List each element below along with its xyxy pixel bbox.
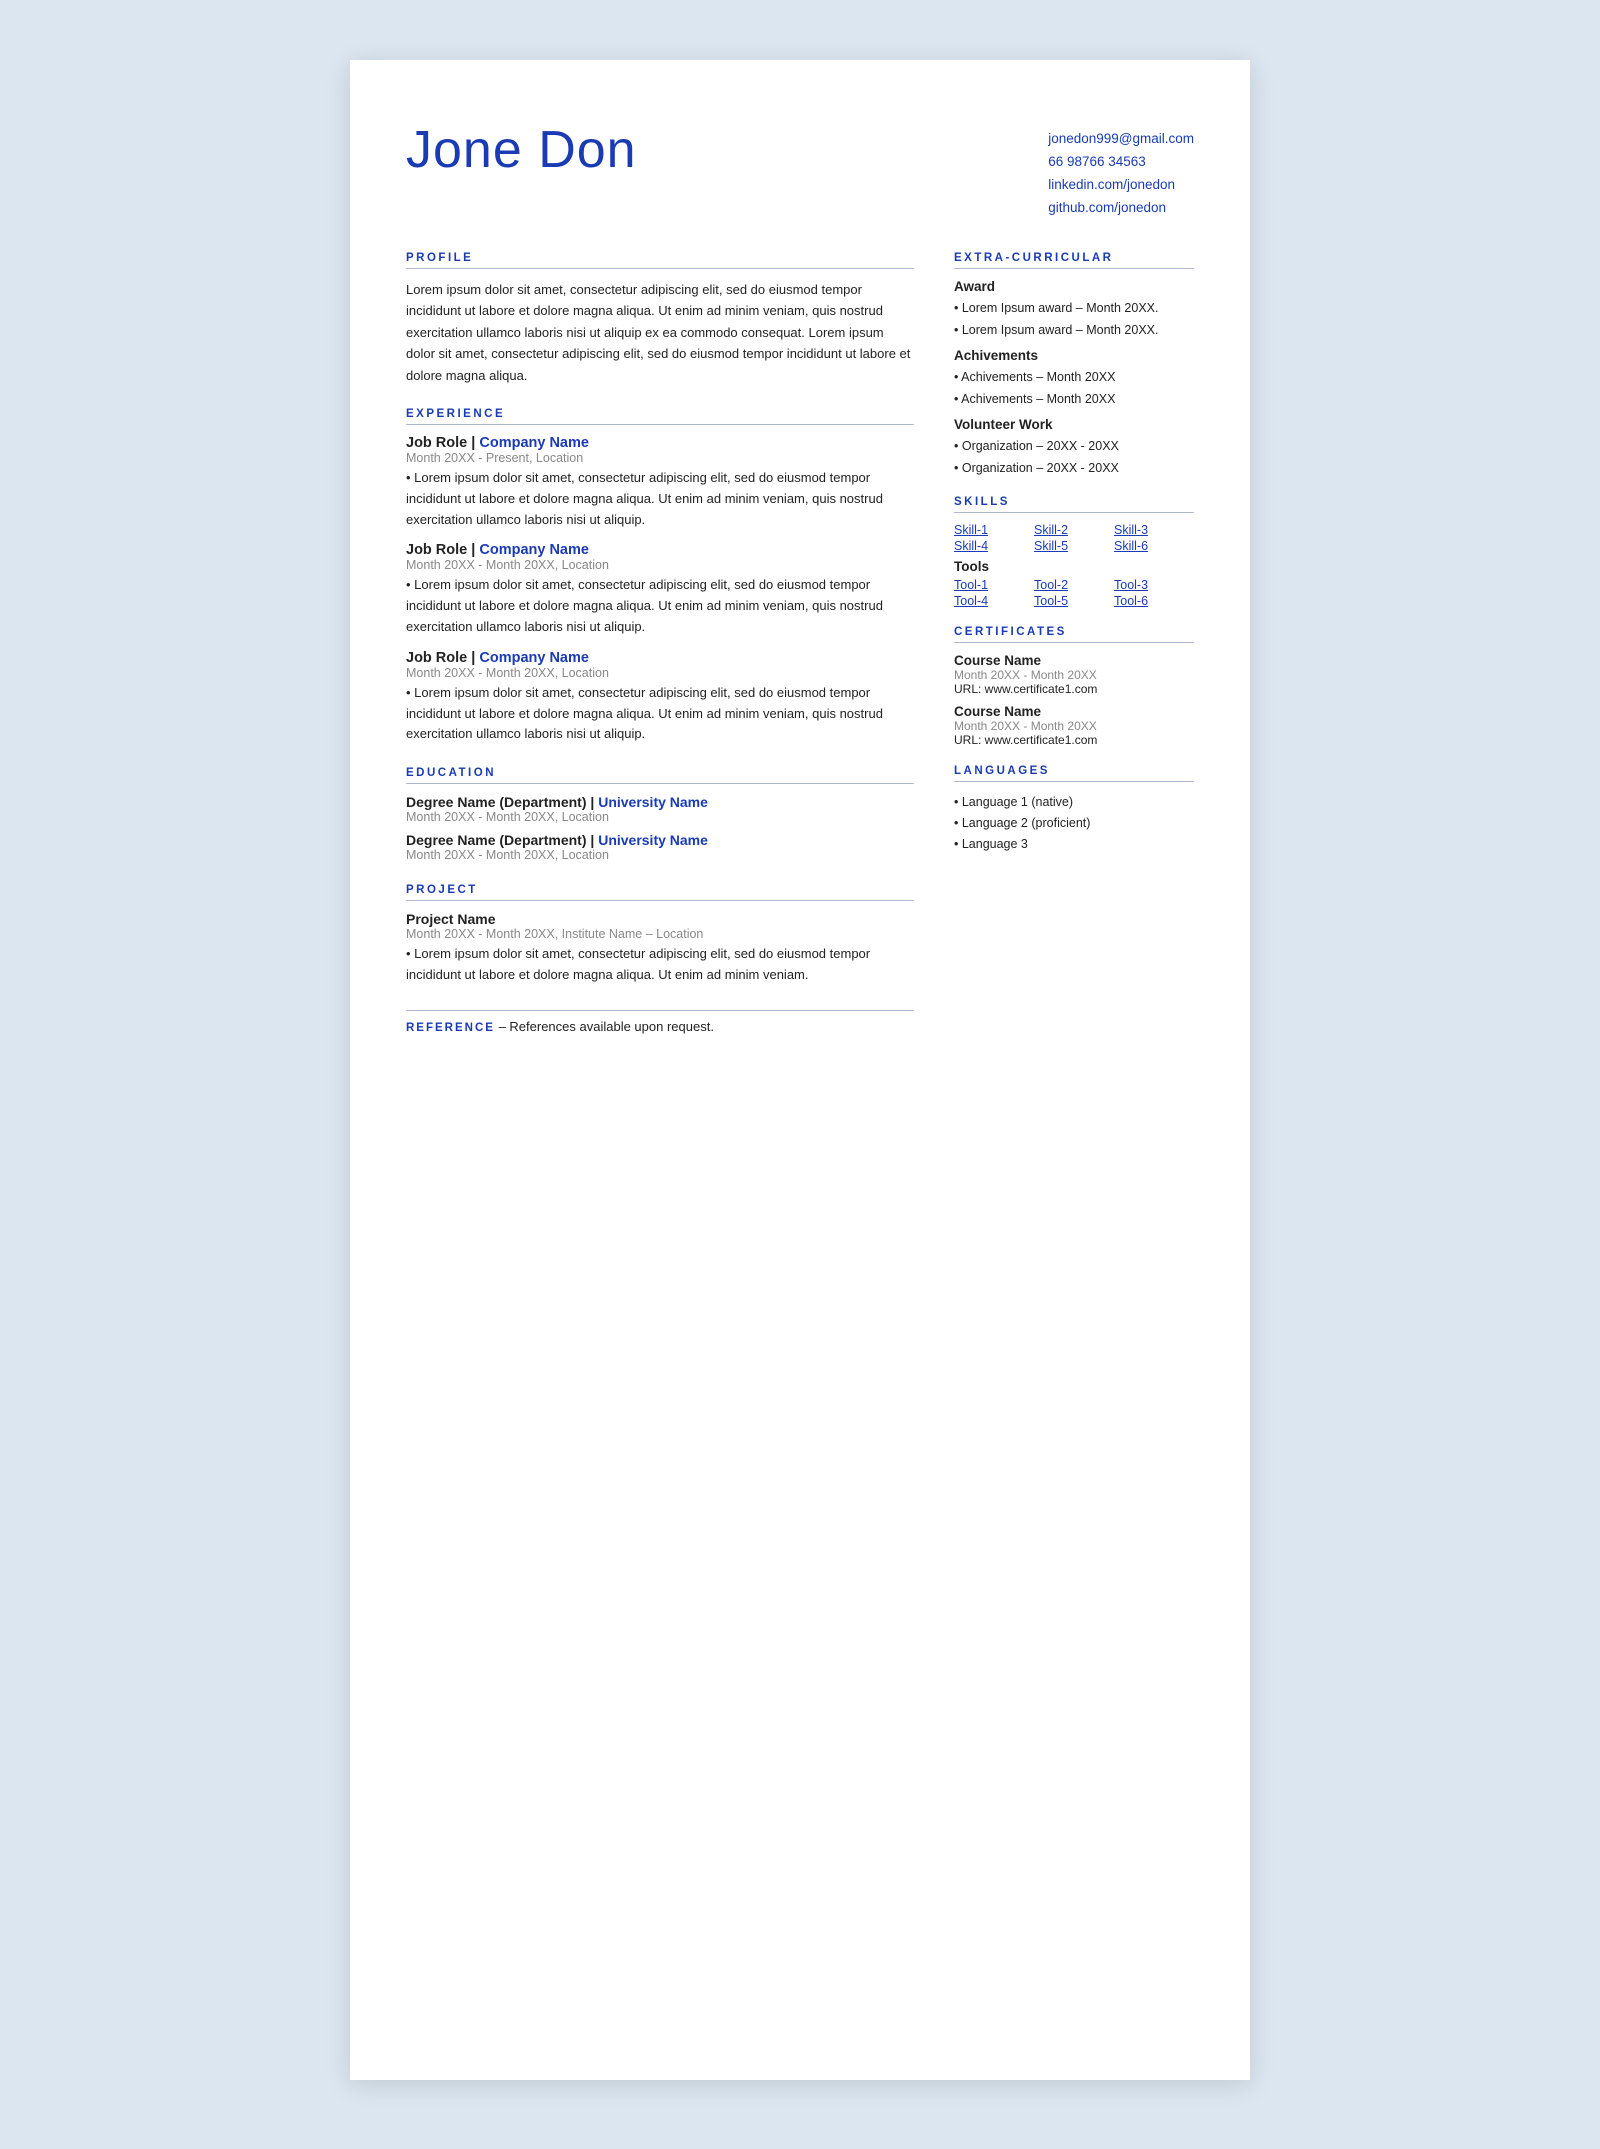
reference-label: REFERENCE — [406, 1022, 495, 1034]
contact-info: jonedon999@gmail.com 66 98766 34563 link… — [1048, 120, 1194, 220]
skills-section-title: SKILLS — [954, 496, 1194, 513]
edu-degree-1: Degree Name (Department) | University Na… — [406, 794, 914, 810]
volunteer-item-2: • Organization – 20XX - 20XX — [954, 458, 1194, 478]
skill-3: Skill-3 — [1114, 523, 1194, 537]
experience-section-title: EXPERIENCE — [406, 408, 914, 425]
exp-role-2: Job Role | Company Name — [406, 542, 914, 558]
exp-date-1: Month 20XX - Present, Location — [406, 451, 914, 465]
lang-item-2: • Language 2 (proficient) — [954, 813, 1194, 834]
resume-header: Jone Don jonedon999@gmail.com 66 98766 3… — [406, 120, 1194, 220]
tool-3: Tool-3 — [1114, 578, 1194, 592]
lang-item-1: • Language 1 (native) — [954, 792, 1194, 813]
cert-item-1: Course Name Month 20XX - Month 20XX URL:… — [954, 653, 1194, 696]
tools-grid: Tool-1 Tool-2 Tool-3 Tool-4 Tool-5 Tool-… — [954, 578, 1194, 608]
languages-section-title: LANGUAGES — [954, 765, 1194, 782]
experience-item-1: Job Role | Company Name Month 20XX - Pre… — [406, 435, 914, 530]
skills-grid: Skill-1 Skill-2 Skill-3 Skill-4 Skill-5 … — [954, 523, 1194, 553]
lang-item-3: • Language 3 — [954, 834, 1194, 855]
exp-desc-1: • Lorem ipsum dolor sit amet, consectetu… — [406, 468, 914, 530]
exp-date-3: Month 20XX - Month 20XX, Location — [406, 666, 914, 680]
profile-text: Lorem ipsum dolor sit amet, consectetur … — [406, 279, 914, 386]
award-item-1: • Lorem Ipsum award – Month 20XX. — [954, 298, 1194, 318]
tool-2: Tool-2 — [1034, 578, 1114, 592]
certificates-section-title: CERTIFICATES — [954, 626, 1194, 643]
exp-desc-3: • Lorem ipsum dolor sit amet, consectetu… — [406, 683, 914, 745]
resume-body: PROFILE Lorem ipsum dolor sit amet, cons… — [406, 252, 1194, 1034]
award-item-2: • Lorem Ipsum award – Month 20XX. — [954, 320, 1194, 340]
tool-6: Tool-6 — [1114, 594, 1194, 608]
award-label: Award — [954, 279, 1194, 294]
contact-linkedin: linkedin.com/jonedon — [1048, 174, 1194, 197]
resume-name: Jone Don — [406, 120, 637, 180]
contact-github: github.com/jonedon — [1048, 197, 1194, 220]
experience-item-2: Job Role | Company Name Month 20XX - Mon… — [406, 542, 914, 637]
cert-item-2: Course Name Month 20XX - Month 20XX URL:… — [954, 704, 1194, 747]
profile-section-title: PROFILE — [406, 252, 914, 269]
cert-course-2: Course Name — [954, 704, 1194, 719]
contact-email: jonedon999@gmail.com — [1048, 128, 1194, 151]
extra-curricular-section-title: EXTRA-CURRICULAR — [954, 252, 1194, 269]
tool-4: Tool-4 — [954, 594, 1034, 608]
cert-url-1: URL: www.certificate1.com — [954, 682, 1194, 696]
achievement-item-2: • Achivements – Month 20XX — [954, 389, 1194, 409]
edu-date-1: Month 20XX - Month 20XX, Location — [406, 810, 914, 824]
contact-phone: 66 98766 34563 — [1048, 151, 1194, 174]
volunteer-label: Volunteer Work — [954, 417, 1194, 432]
cert-url-2: URL: www.certificate1.com — [954, 733, 1194, 747]
right-column: EXTRA-CURRICULAR Award • Lorem Ipsum awa… — [954, 252, 1194, 1034]
resume-paper: Jone Don jonedon999@gmail.com 66 98766 3… — [350, 60, 1250, 2080]
volunteer-item-1: • Organization – 20XX - 20XX — [954, 436, 1194, 456]
exp-role-1: Job Role | Company Name — [406, 435, 914, 451]
cert-course-1: Course Name — [954, 653, 1194, 668]
tool-5: Tool-5 — [1034, 594, 1114, 608]
reference-text: – References available upon request. — [499, 1019, 714, 1034]
reference-line: REFERENCE – References available upon re… — [406, 1010, 914, 1034]
education-item-1: Degree Name (Department) | University Na… — [406, 794, 914, 824]
project-name: Project Name — [406, 911, 914, 927]
skill-5: Skill-5 — [1034, 539, 1114, 553]
skill-2: Skill-2 — [1034, 523, 1114, 537]
cert-date-1: Month 20XX - Month 20XX — [954, 668, 1194, 682]
education-item-2: Degree Name (Department) | University Na… — [406, 832, 914, 862]
project-section-title: PROJECT — [406, 884, 914, 901]
skill-4: Skill-4 — [954, 539, 1034, 553]
edu-degree-2: Degree Name (Department) | University Na… — [406, 832, 914, 848]
skill-6: Skill-6 — [1114, 539, 1194, 553]
cert-date-2: Month 20XX - Month 20XX — [954, 719, 1194, 733]
left-column: PROFILE Lorem ipsum dolor sit amet, cons… — [406, 252, 914, 1034]
project-desc: • Lorem ipsum dolor sit amet, consectetu… — [406, 944, 914, 986]
achievement-item-1: • Achivements – Month 20XX — [954, 367, 1194, 387]
project-date: Month 20XX - Month 20XX, Institute Name … — [406, 927, 914, 941]
education-section-title: EDUCATION — [406, 767, 914, 784]
experience-item-3: Job Role | Company Name Month 20XX - Mon… — [406, 650, 914, 745]
exp-role-3: Job Role | Company Name — [406, 650, 914, 666]
achievements-label: Achivements — [954, 348, 1194, 363]
tools-label: Tools — [954, 559, 1194, 574]
exp-desc-2: • Lorem ipsum dolor sit amet, consectetu… — [406, 575, 914, 637]
edu-date-2: Month 20XX - Month 20XX, Location — [406, 848, 914, 862]
skill-1: Skill-1 — [954, 523, 1034, 537]
exp-date-2: Month 20XX - Month 20XX, Location — [406, 558, 914, 572]
tool-1: Tool-1 — [954, 578, 1034, 592]
